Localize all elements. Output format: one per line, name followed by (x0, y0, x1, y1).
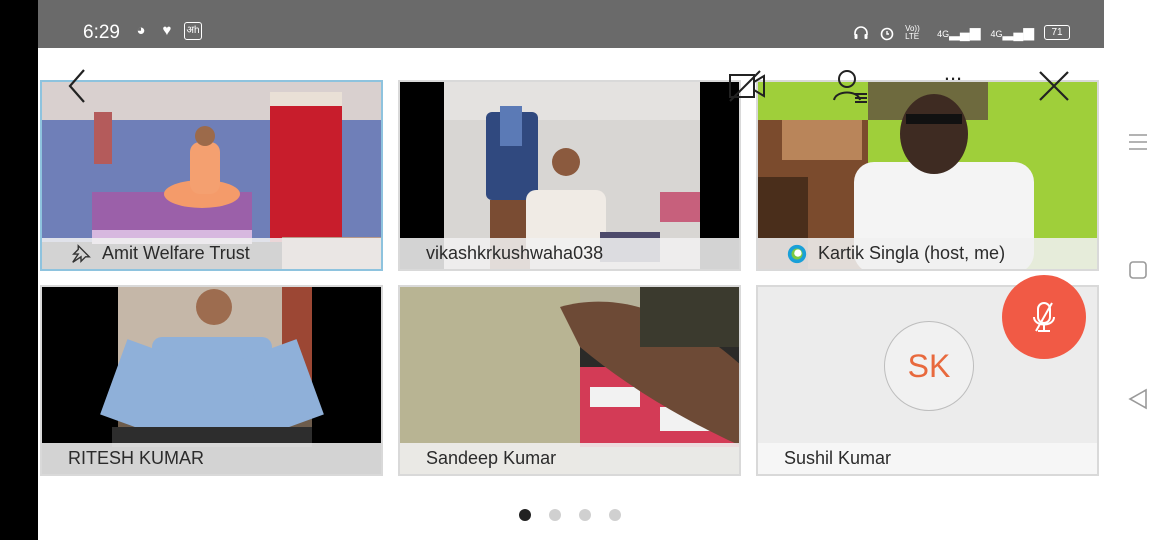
back-triangle-icon[interactable] (1126, 387, 1150, 411)
avatar-initials: SK (884, 321, 974, 411)
video-tile-kartik[interactable]: Kartik Singla (host, me) (756, 80, 1099, 271)
close-icon[interactable] (1034, 66, 1074, 106)
page-dot-4[interactable] (609, 509, 621, 521)
page-dot-2[interactable] (549, 509, 561, 521)
network-label-2: 4G▂▄▆ (990, 24, 1034, 40)
alarm-icon (880, 27, 894, 40)
left-black-bar (0, 0, 38, 540)
participant-name: Amit Welfare Trust (102, 243, 250, 263)
app-notification-icon: ◕ (136, 22, 146, 39)
video-tile-amit[interactable]: Amit Welfare Trust (40, 80, 383, 271)
status-bar: 6:29 ◕ ♥ अh Vo)) LTE 4G▂▄▆ 4G▂▄▆ 71 (38, 0, 1104, 48)
heart-icon: ♥ (162, 22, 172, 39)
name-bar: Sandeep Kumar (400, 443, 739, 474)
app-logo-icon (787, 244, 807, 263)
headset-icon (854, 25, 868, 39)
participants-icon[interactable] (830, 66, 870, 106)
notification-icons: ◕ ♥ अh (132, 22, 202, 40)
name-bar: Sushil Kumar (758, 443, 1097, 474)
video-off-icon[interactable] (727, 66, 767, 106)
name-bar: Amit Welfare Trust (42, 238, 381, 269)
video-tile-vikash[interactable]: vikashkrkushwaha038 (398, 80, 741, 271)
name-bar: vikashkrkushwaha038 (400, 238, 739, 269)
page-indicator (519, 509, 621, 521)
back-arrow-icon[interactable] (58, 66, 98, 106)
page-dot-3[interactable] (579, 509, 591, 521)
video-tile-ritesh[interactable]: RITESH KUMAR (40, 285, 383, 476)
video-tile-sandeep[interactable]: Sandeep Kumar (398, 285, 741, 476)
more-options-button[interactable]: ... (933, 62, 973, 106)
participant-name: Sandeep Kumar (426, 448, 557, 468)
network-label-1: 4G▂▄▆ (937, 24, 981, 40)
battery-icon: 71 (1044, 25, 1070, 40)
mic-off-icon (1033, 302, 1055, 332)
mute-button[interactable] (1002, 275, 1086, 359)
participant-name: vikashkrkushwaha038 (426, 243, 604, 263)
home-square-icon[interactable] (1126, 258, 1150, 282)
volte-label: Vo)) LTE (905, 23, 920, 41)
name-bar: RITESH KUMAR (42, 443, 381, 474)
status-time: 6:29 (83, 22, 120, 43)
page-dot-1[interactable] (519, 509, 531, 521)
system-nav-bar (1104, 0, 1170, 540)
participant-name: RITESH KUMAR (68, 448, 205, 468)
menu-icon[interactable] (1126, 130, 1150, 154)
participant-name: Sushil Kumar (784, 448, 892, 468)
participant-name: Kartik Singla (host, me) (818, 243, 1006, 263)
pin-icon (72, 243, 91, 263)
name-bar: Kartik Singla (host, me) (758, 238, 1097, 269)
app-badge-icon: अh (184, 22, 202, 40)
status-right: Vo)) LTE 4G▂▄▆ 4G▂▄▆ 71 (853, 24, 1070, 41)
